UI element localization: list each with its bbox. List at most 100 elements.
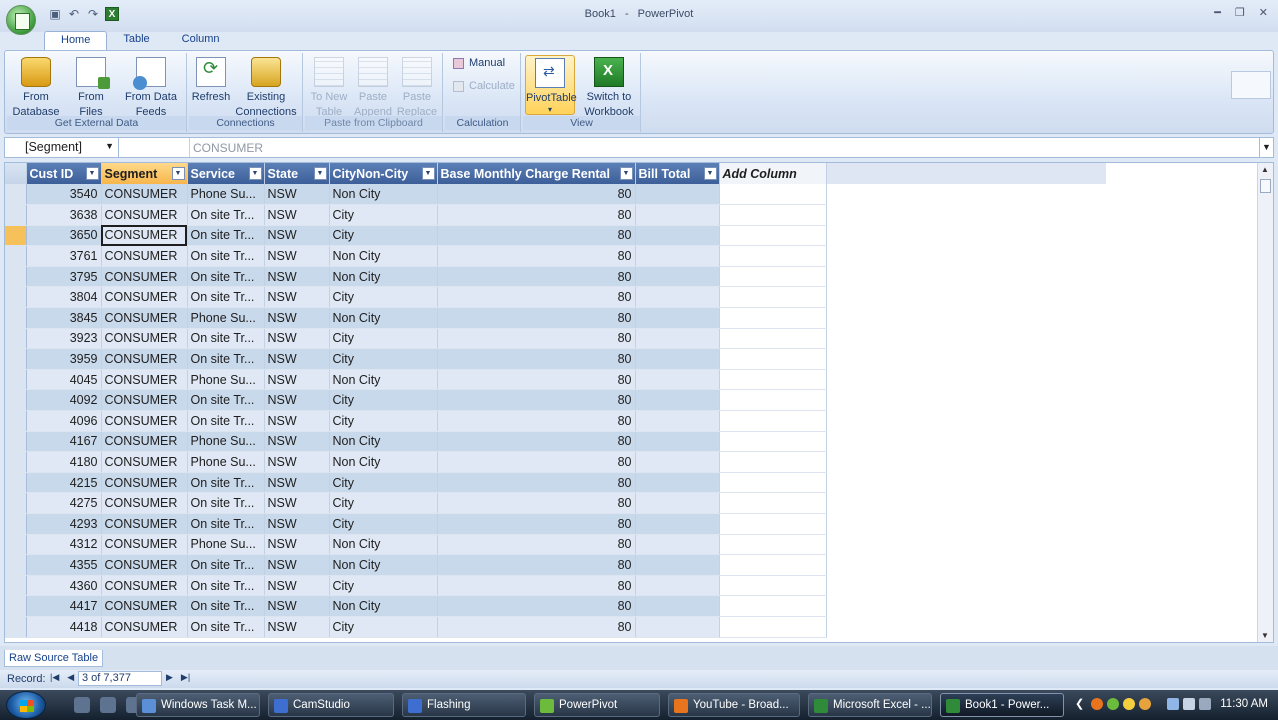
cell-bill-total[interactable] [635, 513, 720, 535]
cell-city-non-city[interactable]: City [329, 286, 438, 309]
cell-city-non-city[interactable]: Non City [329, 369, 438, 391]
filter-dropdown-icon[interactable]: ▼ [619, 167, 633, 180]
cell-service[interactable]: On site Tr... [187, 554, 265, 576]
expand-formula-bar-icon[interactable]: ▼ [1259, 138, 1273, 157]
sheet-tab-raw-source-table[interactable]: Raw Source Table [4, 650, 104, 667]
cell-cust-id[interactable]: 3795 [26, 266, 102, 288]
from-files-button[interactable]: From Files [64, 55, 118, 120]
cell-segment[interactable]: CONSUMER [101, 225, 188, 247]
cell-add-column[interactable] [719, 554, 827, 576]
table-row[interactable]: 3959 CONSUMER On site Tr... NSW City 80 [5, 348, 1106, 370]
row-header[interactable] [5, 554, 27, 576]
column-header-segment[interactable]: Segment ▼ [101, 163, 188, 184]
cell-bill-total[interactable] [635, 328, 720, 350]
cell-base-monthly-charge[interactable]: 80 [437, 204, 636, 226]
table-row[interactable]: 4275 CONSUMER On site Tr... NSW City 80 [5, 492, 1106, 514]
existing-connections-button[interactable]: Existing Connections [233, 55, 299, 120]
cell-service[interactable]: Phone Su... [187, 307, 265, 329]
close-icon[interactable]: ✕ [1259, 6, 1268, 19]
quick-launch-icon[interactable] [74, 697, 90, 713]
cell-bill-total[interactable] [635, 245, 720, 267]
cell-state[interactable]: NSW [264, 534, 330, 556]
cell-segment[interactable]: CONSUMER [101, 575, 188, 597]
taskbar-button[interactable]: Microsoft Excel - ... [808, 693, 932, 717]
cell-add-column[interactable] [719, 225, 827, 247]
cell-state[interactable]: NSW [264, 431, 330, 453]
cell-base-monthly-charge[interactable]: 80 [437, 534, 636, 556]
cell-add-column[interactable] [719, 472, 827, 494]
cell-service[interactable]: Phone Su... [187, 184, 265, 206]
cell-service[interactable]: Phone Su... [187, 431, 265, 453]
cell-add-column[interactable] [719, 245, 827, 267]
tray-app-icon[interactable] [1123, 698, 1135, 710]
cell-base-monthly-charge[interactable]: 80 [437, 451, 636, 473]
cell-add-column[interactable] [719, 616, 827, 638]
column-header-cust-id[interactable]: Cust ID ▼ [26, 163, 102, 184]
manual-button[interactable]: Manual [453, 57, 505, 69]
cell-add-column[interactable] [719, 410, 827, 432]
cell-add-column[interactable] [719, 575, 827, 597]
row-header[interactable] [5, 534, 27, 556]
cell-bill-total[interactable] [635, 431, 720, 453]
cell-city-non-city[interactable]: City [329, 575, 438, 597]
taskbar-button[interactable]: Book1 - Power... [940, 693, 1064, 717]
cell-segment[interactable]: CONSUMER [101, 286, 188, 309]
cell-cust-id[interactable]: 4355 [26, 554, 102, 576]
cell-service[interactable]: On site Tr... [187, 492, 265, 514]
cell-service[interactable]: On site Tr... [187, 266, 265, 288]
powerpivot-app-icon[interactable] [6, 5, 36, 35]
cell-segment[interactable]: CONSUMER [101, 204, 188, 226]
cell-state[interactable]: NSW [264, 472, 330, 494]
cell-service[interactable]: On site Tr... [187, 348, 265, 370]
cell-cust-id[interactable]: 4275 [26, 492, 102, 514]
cell-state[interactable]: NSW [264, 389, 330, 412]
quick-launch-icon[interactable] [100, 697, 116, 713]
tray-app-icon[interactable] [1091, 698, 1103, 710]
cell-state[interactable]: NSW [264, 595, 330, 617]
cell-segment[interactable]: CONSUMER [101, 307, 188, 329]
cell-city-non-city[interactable]: City [329, 472, 438, 494]
scrollbar-thumb[interactable] [1260, 179, 1271, 193]
paste-replace-button[interactable]: Paste Replace [395, 55, 439, 120]
row-header[interactable] [5, 266, 27, 288]
previous-record-icon[interactable]: ◀ [67, 672, 74, 683]
cell-base-monthly-charge[interactable]: 80 [437, 492, 636, 514]
cell-bill-total[interactable] [635, 595, 720, 617]
cell-bill-total[interactable] [635, 451, 720, 473]
table-row[interactable]: 4045 CONSUMER Phone Su... NSW Non City 80 [5, 369, 1106, 391]
cell-city-non-city[interactable]: Non City [329, 554, 438, 576]
scroll-up-icon[interactable]: ▲ [1261, 165, 1269, 174]
filter-dropdown-icon[interactable]: ▼ [313, 167, 327, 180]
cell-segment[interactable]: CONSUMER [101, 266, 188, 288]
row-header[interactable] [5, 204, 27, 226]
cell-add-column[interactable] [719, 369, 827, 391]
cell-segment[interactable]: CONSUMER [101, 184, 188, 206]
cell-service[interactable]: On site Tr... [187, 410, 265, 432]
cell-segment[interactable]: CONSUMER [101, 451, 188, 473]
cell-state[interactable]: NSW [264, 184, 330, 206]
tab-home[interactable]: Home [44, 31, 108, 51]
cell-cust-id[interactable]: 4293 [26, 513, 102, 535]
cell-segment[interactable]: CONSUMER [101, 431, 188, 453]
table-row[interactable]: 4092 CONSUMER On site Tr... NSW City 80 [5, 389, 1106, 412]
cell-cust-id[interactable]: 3638 [26, 204, 102, 226]
table-row[interactable]: 4180 CONSUMER Phone Su... NSW Non City 80 [5, 451, 1106, 473]
cell-city-non-city[interactable]: Non City [329, 307, 438, 329]
cell-add-column[interactable] [719, 513, 827, 535]
next-record-icon[interactable]: ▶ [166, 672, 173, 683]
cell-state[interactable]: NSW [264, 204, 330, 226]
cell-base-monthly-charge[interactable]: 80 [437, 328, 636, 350]
table-row[interactable]: 3923 CONSUMER On site Tr... NSW City 80 [5, 328, 1106, 350]
row-header[interactable] [5, 451, 27, 473]
cell-cust-id[interactable]: 4312 [26, 534, 102, 556]
row-header[interactable] [5, 225, 27, 247]
cell-state[interactable]: NSW [264, 554, 330, 576]
cell-state[interactable]: NSW [264, 513, 330, 535]
cell-service[interactable]: On site Tr... [187, 389, 265, 412]
row-header[interactable] [5, 328, 27, 350]
cell-cust-id[interactable]: 4418 [26, 616, 102, 638]
cell-base-monthly-charge[interactable]: 80 [437, 266, 636, 288]
filter-dropdown-icon[interactable]: ▼ [248, 167, 262, 180]
cell-bill-total[interactable] [635, 472, 720, 494]
cell-state[interactable]: NSW [264, 492, 330, 514]
